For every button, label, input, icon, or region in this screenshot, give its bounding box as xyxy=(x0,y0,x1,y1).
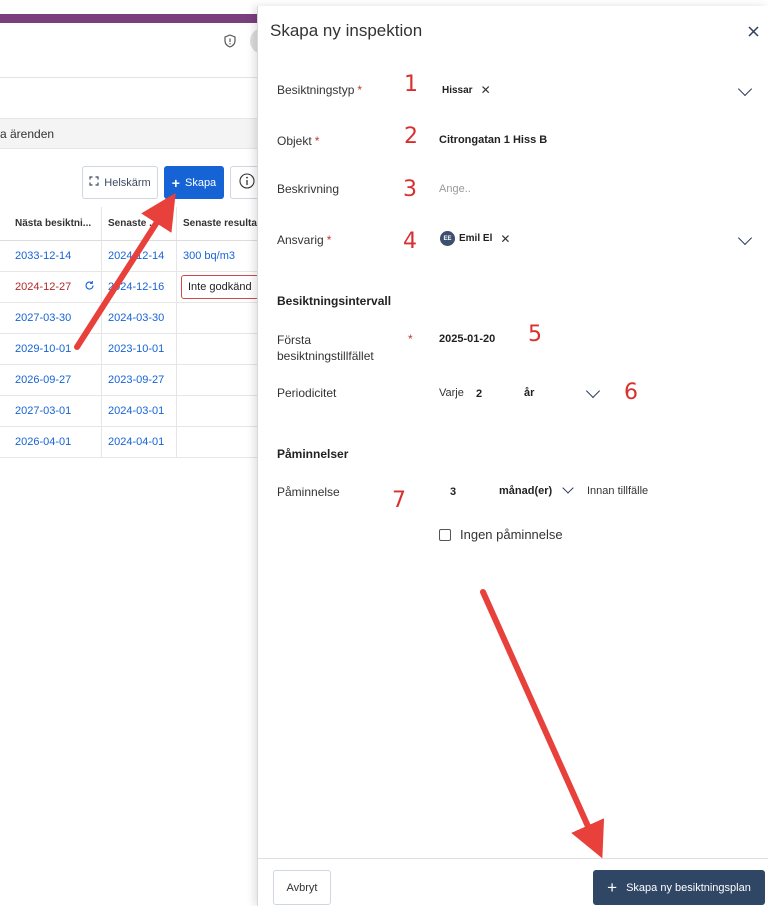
last-inspection-date[interactable]: 2024-03-01 xyxy=(102,396,177,426)
interval-heading: Besiktningsintervall xyxy=(277,294,392,308)
next-inspection-date[interactable]: 2033-12-14 xyxy=(0,241,102,271)
remove-chip-icon[interactable]: ✕ xyxy=(481,83,491,97)
last-inspection-date[interactable]: 2024-03-30 xyxy=(102,303,177,333)
ansvarig-label-text: Ansvarig xyxy=(277,233,324,247)
next-inspection-date[interactable]: 2029-10-01 xyxy=(0,334,102,364)
annotation-number: 3 xyxy=(403,177,417,202)
panel-title: Skapa ny inspektion xyxy=(270,21,423,40)
reminder-label: Påminnelse xyxy=(277,485,340,499)
no-reminder-checkbox[interactable] xyxy=(439,529,451,541)
next-inspection-date[interactable]: 2026-04-01 xyxy=(0,427,102,457)
last-inspection-date[interactable]: 2023-10-01 xyxy=(102,334,177,364)
table-row[interactable]: 2029-10-01 2023-10-01 xyxy=(0,334,270,365)
chevron-down-icon[interactable] xyxy=(585,383,601,399)
objekt-label: Objekt * xyxy=(277,134,319,148)
shield-icon[interactable] xyxy=(224,34,238,50)
plus-icon: + xyxy=(607,877,618,897)
cancel-button[interactable]: Avbryt xyxy=(273,870,331,905)
last-inspection-date[interactable]: 2024-12-14 xyxy=(102,241,177,271)
panel-footer: Avbryt + Skapa ny besiktningsplan xyxy=(258,858,768,906)
ansvarig-chip[interactable]: EE Emil El ✕ xyxy=(440,231,510,246)
create-inspection-panel: Skapa ny inspektion Besiktningstyp * Hiss… xyxy=(257,6,768,906)
chevron-down-icon[interactable] xyxy=(562,482,574,494)
avatar: EE xyxy=(440,231,455,246)
every-label: Varje xyxy=(439,387,464,399)
besiktningstyp-label: Besiktningstyp * xyxy=(277,83,362,97)
reminder-count-input[interactable]: 3 xyxy=(450,486,456,498)
required-marker: * xyxy=(408,332,413,346)
first-inspection-label: Första besiktningstillfället xyxy=(277,333,374,363)
annotation-number: 4 xyxy=(403,229,417,254)
search-strip-text: a ärenden xyxy=(0,127,55,141)
inspection-table: Nästa besiktni... Senaste ... Senaste re… xyxy=(0,207,270,458)
next-inspection-date[interactable]: 2026-09-27 xyxy=(0,365,102,395)
reminder-unit-select[interactable]: månad(er) xyxy=(499,485,552,497)
skapa-label: Skapa xyxy=(184,176,217,189)
besiktningstyp-value: Hissar xyxy=(442,84,473,96)
beskrivning-label: Beskrivning xyxy=(277,182,340,196)
search-strip[interactable]: a ärenden xyxy=(0,118,270,149)
periodicity-label: Periodicitet xyxy=(277,386,337,400)
app-top-bar xyxy=(0,14,270,23)
info-icon xyxy=(239,173,255,192)
first-inspection-date[interactable]: 2025-01-20 xyxy=(439,333,495,345)
last-inspection-date[interactable]: 2024-04-01 xyxy=(102,427,177,457)
column-header[interactable]: Nästa besiktni... xyxy=(0,207,102,240)
ansvarig-value: Emil El xyxy=(459,233,493,244)
objekt-value[interactable]: Citrongatan 1 Hiss B xyxy=(439,134,547,146)
column-header[interactable]: Senaste ... xyxy=(102,207,177,240)
table-row[interactable]: 2027-03-01 2024-03-01 xyxy=(0,396,270,427)
table-row[interactable]: 2024-12-27 2024-12-16 Inte godkänd xyxy=(0,272,270,303)
no-reminder-label[interactable]: Ingen påminnelse xyxy=(460,527,563,542)
table-row[interactable]: 2026-09-27 2023-09-27 xyxy=(0,365,270,396)
next-inspection-date[interactable]: 2027-03-01 xyxy=(0,396,102,426)
table-row[interactable]: 2026-04-01 2024-04-01 xyxy=(0,427,270,458)
last-inspection-date[interactable]: 2023-09-27 xyxy=(102,365,177,395)
page-header xyxy=(0,23,270,78)
annotation-number: 6 xyxy=(624,380,638,405)
fullscreen-button[interactable]: Helskärm xyxy=(82,166,158,199)
ansvarig-label: Ansvarig * xyxy=(277,233,331,247)
chevron-down-icon[interactable] xyxy=(737,81,753,97)
next-date-text: 2024-12-27 xyxy=(15,281,72,293)
periodicity-count-input[interactable]: 2 xyxy=(476,388,482,400)
last-inspection-date[interactable]: 2024-12-16 xyxy=(102,272,177,302)
reminders-heading: Påminnelser xyxy=(277,447,349,461)
next-inspection-date[interactable]: 2024-12-27 xyxy=(0,272,102,302)
periodicity-unit-select[interactable]: år xyxy=(524,387,534,399)
next-inspection-date[interactable]: 2027-03-30 xyxy=(0,303,102,333)
objekt-label-text: Objekt xyxy=(277,134,312,148)
beskrivning-input[interactable]: Ange.. xyxy=(439,183,471,195)
fullscreen-label: Helskärm xyxy=(104,176,151,189)
close-icon[interactable] xyxy=(748,24,759,40)
annotation-number: 7 xyxy=(392,488,406,513)
besiktningstyp-chip[interactable]: Hissar ✕ xyxy=(442,83,491,97)
required-marker: * xyxy=(326,233,332,247)
create-plan-label: Skapa ny besiktningsplan xyxy=(626,881,751,894)
skapa-button[interactable]: + Skapa xyxy=(164,166,224,199)
required-marker: * xyxy=(357,83,363,97)
create-plan-button[interactable]: + Skapa ny besiktningsplan xyxy=(593,870,765,905)
status-badge: Inte godkänd xyxy=(181,275,259,299)
required-marker: * xyxy=(314,134,320,148)
table-row[interactable]: 2027-03-30 2024-03-30 xyxy=(0,303,270,334)
besiktningstyp-label-text: Besiktningstyp xyxy=(277,83,355,97)
annotation-number: 5 xyxy=(528,322,542,347)
reminder-suffix: Innan tillfälle xyxy=(587,485,649,497)
annotation-number: 2 xyxy=(404,124,418,149)
remove-chip-icon[interactable]: ✕ xyxy=(500,232,510,246)
refresh-icon xyxy=(84,280,95,294)
table-header: Nästa besiktni... Senaste ... Senaste re… xyxy=(0,207,270,241)
chevron-down-icon[interactable] xyxy=(737,230,753,246)
fullscreen-icon xyxy=(89,176,99,189)
table-row[interactable]: 2033-12-14 2024-12-14 300 bq/m3 xyxy=(0,241,270,272)
annotation-number: 1 xyxy=(404,72,418,97)
plus-icon: + xyxy=(171,174,180,191)
